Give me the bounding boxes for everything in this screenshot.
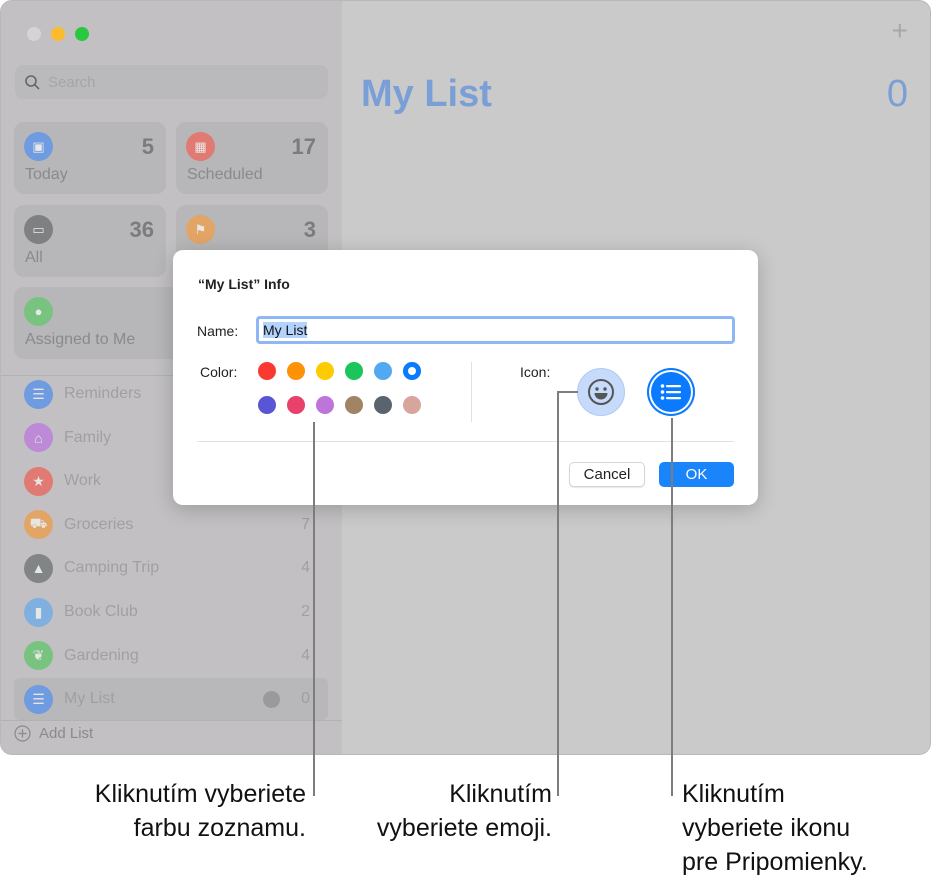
callout-color: Kliknutím vyberiete farbu zoznamu. [95, 777, 306, 845]
bookmark-icon: ▮ [24, 597, 53, 627]
callout-line-emoji [557, 391, 578, 393]
list-title: My List [361, 73, 492, 115]
flag-icon: ⚑ [186, 215, 215, 244]
list-icon: ☰ [24, 379, 53, 409]
list-bullet-icon [660, 384, 681, 400]
smart-list-count: 17 [291, 134, 316, 159]
close-button[interactable] [27, 27, 41, 41]
list-icon: ☰ [24, 684, 53, 714]
shared-person-icon [263, 690, 280, 708]
list-item[interactable]: ⛟ Groceries 7 [14, 504, 328, 546]
leaf-icon: ❦ [24, 641, 53, 671]
color-swatch[interactable] [345, 396, 363, 414]
zoom-button[interactable] [75, 27, 89, 41]
search-placeholder: Search [48, 73, 96, 91]
color-swatch[interactable] [316, 396, 334, 414]
divider [471, 362, 472, 422]
callout-text: Kliknutím vyberiete [94, 780, 306, 808]
dialog-title: “My List” Info [198, 276, 290, 292]
icon-button[interactable] [647, 368, 695, 416]
list-label: My List [64, 690, 115, 708]
list-label: Gardening [64, 646, 139, 664]
color-swatch[interactable] [258, 396, 276, 414]
callout-text: Kliknutím [682, 780, 785, 808]
callout-text: vyberiete emoji. [376, 814, 552, 842]
color-swatch[interactable] [287, 362, 305, 380]
list-count: 0 [886, 73, 908, 115]
list-count: 4 [301, 646, 310, 664]
smart-list-count: 5 [141, 134, 154, 159]
callout-emoji: Kliknutím vyberiete emoji. [377, 777, 552, 845]
list-count: 4 [301, 559, 310, 577]
add-list-label: Add List [39, 725, 94, 742]
color-swatch[interactable] [345, 362, 363, 380]
smart-list-label: Scheduled [187, 166, 263, 183]
tent-icon: ▲ [24, 553, 53, 583]
search-field[interactable]: Search [15, 65, 328, 99]
star-icon: ★ [24, 466, 53, 496]
list-label: Family [64, 428, 112, 446]
calendar-icon: ▣ [24, 132, 53, 161]
person-icon: ● [24, 297, 53, 326]
emoji-button[interactable] [577, 368, 625, 416]
list-item[interactable]: ❦ Gardening 4 [14, 635, 328, 677]
color-swatch[interactable] [403, 362, 421, 380]
list-label: Reminders [64, 385, 142, 402]
smart-list-label: Today [25, 166, 68, 183]
cart-icon: ⛟ [24, 510, 53, 540]
calendar-grid-icon: ▦ [186, 132, 215, 161]
tray-icon: ▭ [24, 215, 53, 244]
smart-list-count: 36 [129, 217, 154, 242]
callout-icon: Kliknutím vyberiete ikonu pre Pripomienky. [682, 777, 868, 879]
callout-line-emoji [557, 391, 559, 796]
list-count: 7 [301, 515, 310, 533]
list-label: Groceries [64, 515, 134, 533]
list-item[interactable]: ▮ Book Club 2 [14, 591, 328, 633]
callout-line-icon [671, 418, 673, 796]
color-swatch[interactable] [374, 396, 392, 414]
callout-text: pre Pripomienky. [682, 848, 868, 876]
list-count: 0 [301, 690, 310, 708]
list-item[interactable]: ▲ Camping Trip 4 [14, 547, 328, 589]
search-icon [25, 74, 40, 90]
divider [1, 720, 342, 721]
color-label: Color: [200, 364, 238, 380]
smart-list-scheduled[interactable]: ▦ 17 Scheduled [176, 122, 328, 194]
name-value: My List [263, 322, 308, 338]
callout-text: farbu zoznamu. [133, 814, 306, 842]
smart-list-label: All [25, 249, 43, 266]
smiley-icon [588, 379, 614, 405]
name-input[interactable]: My List [256, 316, 735, 344]
plus-circle-icon [14, 725, 31, 742]
list-item[interactable]: ☰ My List 0 [14, 678, 328, 721]
callout-text: vyberiete ikonu [682, 814, 851, 842]
smart-list-label: Assigned to Me [25, 331, 136, 348]
callout-text: Kliknutím [449, 780, 552, 808]
color-swatch[interactable] [374, 362, 392, 380]
smart-list-count: 3 [303, 217, 316, 242]
divider [197, 441, 734, 442]
color-swatch[interactable] [287, 396, 305, 414]
smart-list-all[interactable]: ▭ 36 All [14, 205, 166, 277]
callout-line-color [313, 422, 315, 796]
name-label: Name: [197, 323, 239, 339]
add-list-button[interactable]: Add List [14, 725, 93, 742]
list-count: 2 [301, 603, 310, 620]
color-swatch[interactable] [403, 396, 421, 414]
color-swatch[interactable] [316, 362, 334, 380]
smart-list-today[interactable]: ▣ 5 Today [14, 122, 166, 194]
icon-label: Icon: [520, 364, 551, 380]
house-icon: ⌂ [24, 423, 53, 453]
color-swatch[interactable] [258, 362, 276, 380]
minimize-button[interactable] [51, 27, 65, 41]
add-reminder-button[interactable]: + [892, 15, 908, 47]
list-label: Work [64, 472, 102, 490]
list-label: Book Club [64, 603, 138, 620]
cancel-button[interactable]: Cancel [569, 462, 645, 487]
list-label: Camping Trip [64, 559, 160, 577]
